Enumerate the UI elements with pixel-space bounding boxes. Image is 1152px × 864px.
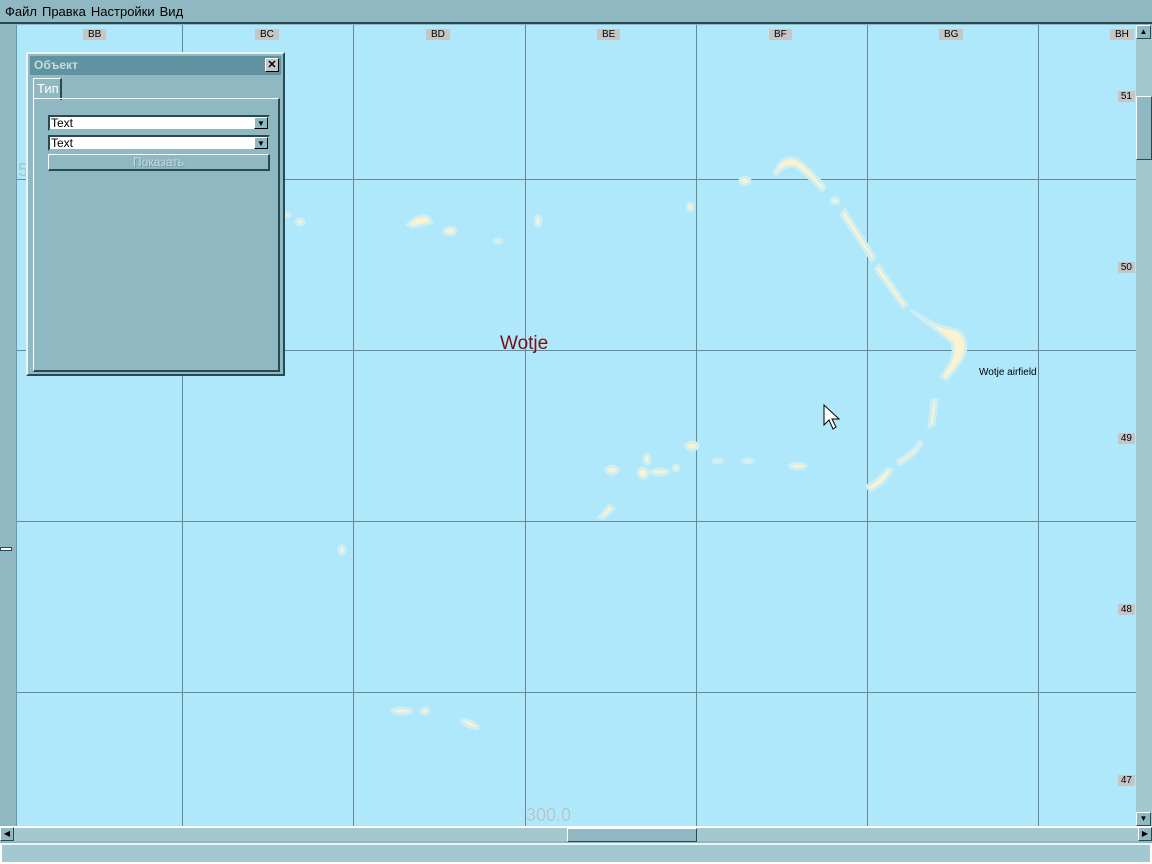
- select-value: Text: [51, 136, 74, 150]
- scroll-down-icon[interactable]: ▼: [1136, 812, 1151, 826]
- scroll-right-icon[interactable]: ▶: [1138, 827, 1152, 841]
- column-label: BF: [769, 29, 792, 40]
- type-select-1[interactable]: Text ▼: [48, 115, 270, 131]
- ruler-marker[interactable]: [0, 547, 12, 551]
- row-label: 50: [1117, 262, 1135, 273]
- type-select-2[interactable]: Text ▼: [48, 135, 270, 151]
- row-label: 48: [1117, 604, 1135, 615]
- vertical-scrollbar[interactable]: ▲ ▼: [1136, 25, 1152, 826]
- column-label: BB: [83, 29, 107, 40]
- column-label: BH: [1110, 29, 1134, 40]
- chevron-down-icon[interactable]: ▼: [254, 137, 268, 149]
- left-ruler: [0, 25, 17, 826]
- islands: [282, 156, 968, 731]
- column-label: BC: [255, 29, 279, 40]
- menu-view[interactable]: Вид: [160, 4, 184, 19]
- vertical-scroll-thumb[interactable]: [1136, 96, 1152, 160]
- column-label: BG: [939, 29, 964, 40]
- show-button[interactable]: Показать: [48, 154, 270, 171]
- menu-bar: Файл Правка Настройки Вид: [0, 0, 1152, 24]
- column-label: BD: [426, 29, 450, 40]
- menu-settings[interactable]: Настройки: [91, 4, 155, 19]
- chevron-down-icon[interactable]: ▼: [254, 117, 268, 129]
- scroll-up-icon[interactable]: ▲: [1136, 25, 1151, 39]
- menu-file[interactable]: Файл: [5, 4, 37, 19]
- dialog-titlebar[interactable]: Объект ✕: [30, 56, 281, 75]
- row-label: 47: [1117, 775, 1135, 786]
- object-dialog: Объект ✕ Тип Text ▼ Text ▼ Показать: [26, 52, 285, 376]
- menu-edit[interactable]: Правка: [42, 4, 86, 19]
- scale-label: 300.0: [526, 805, 572, 825]
- dialog-title: Объект: [34, 58, 78, 72]
- airfield-label[interactable]: Wotje airfield: [979, 367, 1037, 378]
- tab-panel: Text ▼ Text ▼ Показать: [33, 98, 280, 372]
- horizontal-scroll-thumb[interactable]: [567, 828, 697, 842]
- tab-type[interactable]: Тип: [33, 78, 62, 100]
- atoll-label[interactable]: Wotje: [500, 333, 548, 355]
- select-value: Text: [51, 116, 74, 130]
- row-label: 49: [1117, 433, 1135, 444]
- mouse-cursor-icon: [823, 403, 841, 430]
- horizontal-scrollbar[interactable]: ◀ ▶: [0, 826, 1152, 842]
- close-icon[interactable]: ✕: [265, 58, 279, 72]
- column-label: BE: [597, 29, 621, 40]
- row-label: 51: [1117, 91, 1135, 102]
- status-bar: [0, 843, 1152, 864]
- scroll-left-icon[interactable]: ◀: [0, 827, 14, 841]
